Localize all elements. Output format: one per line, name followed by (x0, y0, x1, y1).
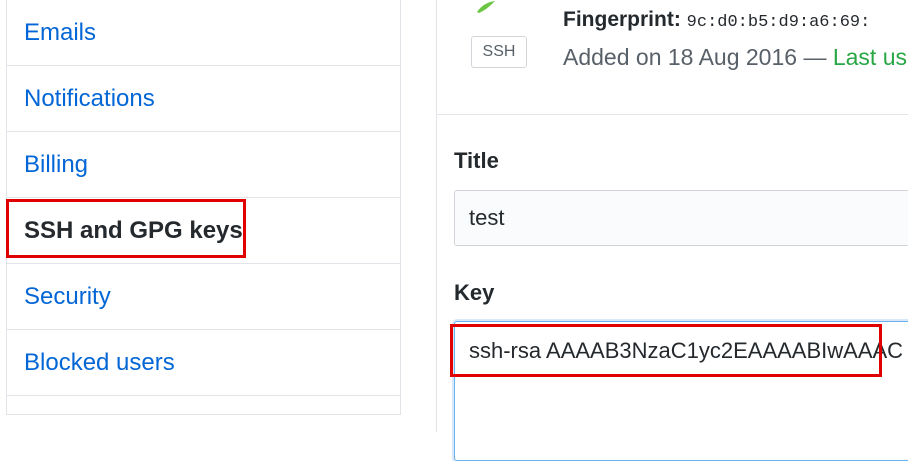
sidebar-item-security[interactable]: Security (7, 264, 400, 330)
added-date: Added on 18 Aug 2016 — (563, 44, 833, 70)
ssh-key-card: SSH Fingerprint: 9c:d0:b5:d9:a6:69: Adde… (437, 0, 908, 115)
key-textarea-value: ssh-rsa AAAAB3NzaC1yc2EAAAABIwAAAC (469, 338, 904, 363)
sidebar-item-notifications[interactable]: Notifications (7, 66, 400, 132)
fingerprint-label: Fingerprint: (563, 8, 681, 31)
key-icon (477, 1, 495, 13)
sidebar-item-label: Security (24, 282, 111, 310)
added-info: Added on 18 Aug 2016 — Last us (563, 44, 907, 71)
key-label: Key (454, 280, 495, 305)
fingerprint-value: 9c:d0:b5:d9:a6:69: (686, 13, 871, 32)
sidebar-item-label: Billing (24, 150, 89, 178)
sidebar-item-emails[interactable]: Emails (7, 0, 400, 66)
sidebar-item-label: Emails (24, 18, 97, 46)
sidebar-item-billing[interactable]: Billing (7, 132, 400, 198)
title-input-value: test (469, 205, 505, 230)
main-content: SSH Fingerprint: 9c:d0:b5:d9:a6:69: Adde… (436, 0, 908, 461)
sidebar-item-ssh-gpg-keys[interactable]: SSH and GPG keys (7, 198, 400, 264)
sidebar-item-label: Blocked users (24, 348, 175, 376)
last-used-text: Last us (832, 44, 907, 70)
title-input[interactable]: test (454, 190, 908, 246)
fingerprint: Fingerprint: 9c:d0:b5:d9:a6:69: (563, 8, 870, 32)
sidebar-item-label: Notifications (24, 84, 155, 112)
settings-sidebar: Emails Notifications Billing SSH and GPG… (6, 0, 401, 415)
key-textarea[interactable]: ssh-rsa AAAAB3NzaC1yc2EAAAABIwAAAC (454, 321, 908, 461)
sidebar-item-label: SSH and GPG keys (24, 216, 243, 244)
title-label: Title (454, 148, 499, 173)
ssh-badge: SSH (471, 36, 527, 68)
sidebar-item-blocked-users[interactable]: Blocked users (7, 330, 400, 396)
